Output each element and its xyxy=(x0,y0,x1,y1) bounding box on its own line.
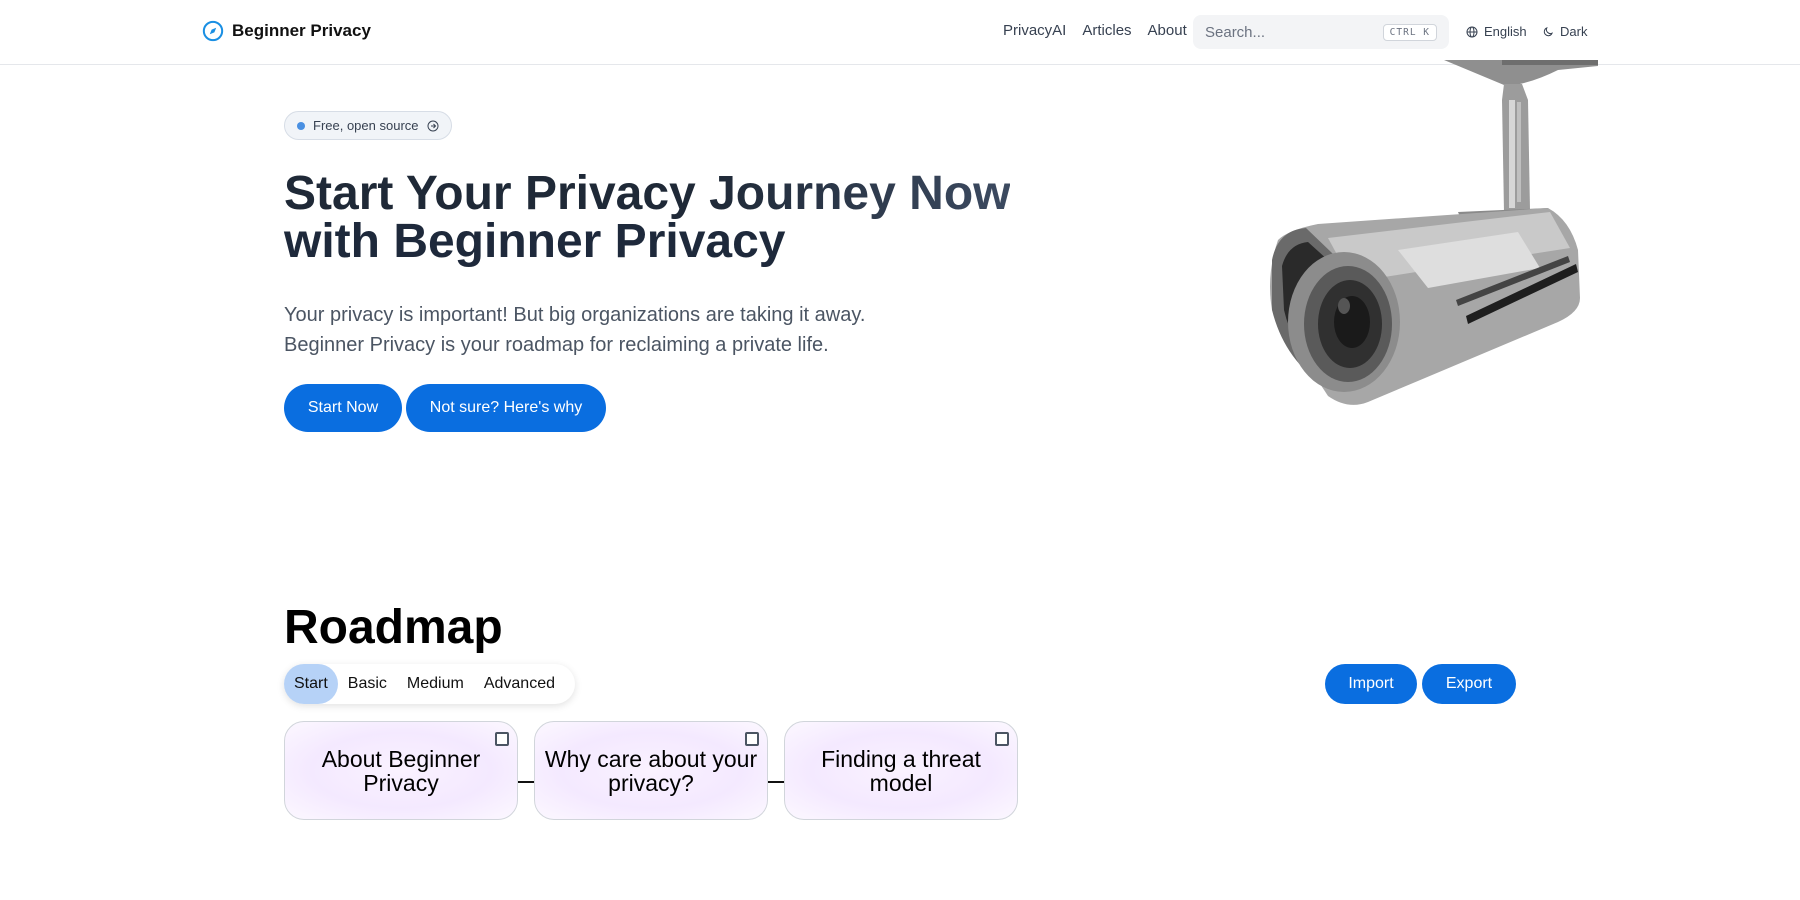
hero-subtitle: Your privacy is important! But big organ… xyxy=(284,300,944,360)
theme-label: Dark xyxy=(1560,24,1588,39)
badge-dot-icon xyxy=(297,121,305,130)
globe-icon xyxy=(1466,26,1478,37)
hero-subtitle-line1: Your privacy is important! But big organ… xyxy=(284,304,866,326)
tab-basic[interactable]: Basic xyxy=(338,664,397,704)
tab-start[interactable]: Start xyxy=(284,664,338,704)
hero-title-part2: Journey Now xyxy=(709,167,1011,220)
nav-privacyai[interactable]: PrivacyAI xyxy=(1003,22,1066,39)
import-button[interactable]: Import xyxy=(1325,664,1417,704)
search-placeholder: Search... xyxy=(1205,23,1266,41)
moon-icon xyxy=(1543,26,1553,36)
language-switcher[interactable]: English xyxy=(1466,24,1527,39)
card-label: About Beginner Privacy xyxy=(321,745,481,796)
export-button[interactable]: Export xyxy=(1422,664,1516,704)
hero-title: Start Your Privacy Journey Now with Begi… xyxy=(284,170,1064,266)
compass-icon xyxy=(202,20,224,42)
roadmap-card-threat-model[interactable]: Finding a threat model xyxy=(784,721,1018,820)
hero-title-part1: Start Your Privacy xyxy=(284,167,710,220)
top-header: Beginner Privacy PrivacyAI Articles Abou… xyxy=(0,0,1800,65)
tab-medium[interactable]: Medium xyxy=(397,664,474,704)
nav-about[interactable]: About xyxy=(1148,22,1187,39)
open-source-badge[interactable]: Free, open source xyxy=(284,111,452,140)
theme-toggle[interactable]: Dark xyxy=(1542,24,1587,39)
roadmap-cards: About Beginner Privacy Why care about yo… xyxy=(284,721,1018,820)
card-label: Why care about your privacy? xyxy=(544,745,758,796)
card-checkbox[interactable] xyxy=(495,732,509,746)
search-input[interactable]: Search... CTRL K xyxy=(1193,15,1449,49)
roadmap-card-about[interactable]: About Beginner Privacy xyxy=(284,721,518,820)
card-connector xyxy=(768,780,784,783)
brand-link[interactable]: Beginner Privacy xyxy=(202,20,371,42)
tab-advanced[interactable]: Advanced xyxy=(474,664,565,704)
card-checkbox[interactable] xyxy=(995,732,1009,746)
hero-title-line2: with Beginner Privacy xyxy=(284,215,786,268)
roadmap-tabs: Start Basic Medium Advanced xyxy=(284,664,575,704)
roadmap-card-why-care[interactable]: Why care about your privacy? xyxy=(534,721,768,820)
language-label: English xyxy=(1484,24,1527,39)
brand-name: Beginner Privacy xyxy=(232,21,371,40)
card-connector xyxy=(518,780,534,783)
start-now-button[interactable]: Start Now xyxy=(284,384,402,432)
card-label: Finding a threat model xyxy=(821,745,981,796)
why-button[interactable]: Not sure? Here's why xyxy=(406,384,606,432)
badge-label: Free, open source xyxy=(313,118,419,133)
hero-subtitle-line2: Beginner Privacy is your roadmap for rec… xyxy=(284,334,829,356)
main-nav: PrivacyAI Articles About xyxy=(1003,22,1187,39)
arrow-circle-right-icon xyxy=(427,120,439,131)
search-shortcut-badge: CTRL K xyxy=(1382,23,1437,41)
security-camera-illustration xyxy=(1270,60,1598,405)
nav-articles[interactable]: Articles xyxy=(1082,22,1131,39)
card-checkbox[interactable] xyxy=(745,732,759,746)
roadmap-title: Roadmap xyxy=(284,601,503,654)
